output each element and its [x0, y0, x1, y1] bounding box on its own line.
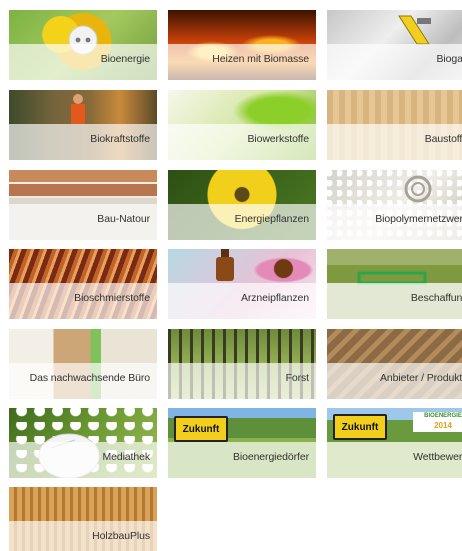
tile-bioschmierstoffe[interactable]: Bioschmierstoffe	[9, 249, 157, 319]
tile-label: Energiepflanzen	[234, 213, 309, 225]
medicine-bottle-icon	[216, 249, 234, 281]
sign-text: Zukunft	[341, 421, 379, 433]
tile-holzbauplus[interactable]: HolzbauPlus	[9, 487, 157, 551]
granules-icon	[404, 175, 432, 203]
tile-label: Wettbewerb	[413, 451, 462, 463]
tile-biogas[interactable]: Biogas	[327, 10, 462, 80]
tile-label: Forst	[285, 372, 310, 384]
tile-label: Biokraftstoffe	[90, 133, 150, 145]
logo-line-1: BIOENERGIE	[424, 413, 462, 419]
tile-label: Bioschmierstoffe	[74, 292, 150, 304]
tile-label: Heizen mit Biomasse	[212, 53, 309, 65]
tile-arzneipflanzen[interactable]: Arzneipflanzen	[168, 249, 316, 319]
tile-biokraftstoffe[interactable]: Biokraftstoffe	[9, 90, 157, 160]
tile-label: Bau-Natour	[97, 213, 150, 225]
tile-bioenergie[interactable]: Bioenergie	[9, 10, 157, 80]
category-grid: Bioenergie Heizen mit Biomasse Biogas Bi…	[0, 0, 462, 551]
tile-label: HolzbauPlus	[92, 530, 150, 542]
tile-label: Anbieter / Produkte	[380, 372, 462, 384]
tile-label: Baustoffe	[424, 133, 462, 145]
tile-baustoffe[interactable]: Baustoffe	[327, 90, 462, 160]
zukunft-sign-icon: Zukunft	[174, 416, 228, 442]
tile-label: Das nachwachsende Büro	[29, 372, 150, 384]
tile-label: Mediathek	[102, 451, 150, 463]
tile-label: Beschaffung	[410, 292, 462, 304]
tile-wettbewerb[interactable]: Zukunft BIOENERGIE 2014 Wettbewerb	[327, 408, 462, 478]
biogas-meter-icon	[398, 15, 431, 45]
tile-biopolymernetzwerk[interactable]: Biopolymernetzwerk	[327, 170, 462, 240]
tile-forst[interactable]: Forst	[168, 329, 316, 399]
tile-bau-natour[interactable]: Bau-Natour	[9, 170, 157, 240]
tile-label: Arzneipflanzen	[240, 292, 309, 304]
tile-label: Biogas	[436, 53, 462, 65]
tile-beschaffung[interactable]: Beschaffung	[327, 249, 462, 319]
tile-anbieter-produkte[interactable]: Anbieter / Produkte	[327, 329, 462, 399]
logo-line-2: 2014	[434, 421, 452, 430]
zukunft-sign-icon: Zukunft	[333, 414, 387, 440]
tile-biowerkstoffe[interactable]: Biowerkstoffe	[168, 90, 316, 160]
tile-label: Bioenergiedörfer	[232, 451, 309, 463]
tile-bioenergiedoerfer[interactable]: Zukunft Bioenergiedörfer	[168, 408, 316, 478]
bioenergie-logo-icon: BIOENERGIE 2014	[413, 412, 462, 432]
tile-das-nachwachsende-buero[interactable]: Das nachwachsende Büro	[9, 329, 157, 399]
tile-heizen-mit-biomasse[interactable]: Heizen mit Biomasse	[168, 10, 316, 80]
tile-energiepflanzen[interactable]: Energiepflanzen	[168, 170, 316, 240]
tile-label: Bioenergie	[100, 53, 150, 65]
fuel-station-icon	[71, 94, 85, 124]
tile-label: Biowerkstoffe	[247, 133, 309, 145]
tile-mediathek[interactable]: Mediathek	[9, 408, 157, 478]
tile-label: Biopolymernetzwerk	[375, 213, 462, 225]
sign-text: Zukunft	[182, 423, 220, 435]
